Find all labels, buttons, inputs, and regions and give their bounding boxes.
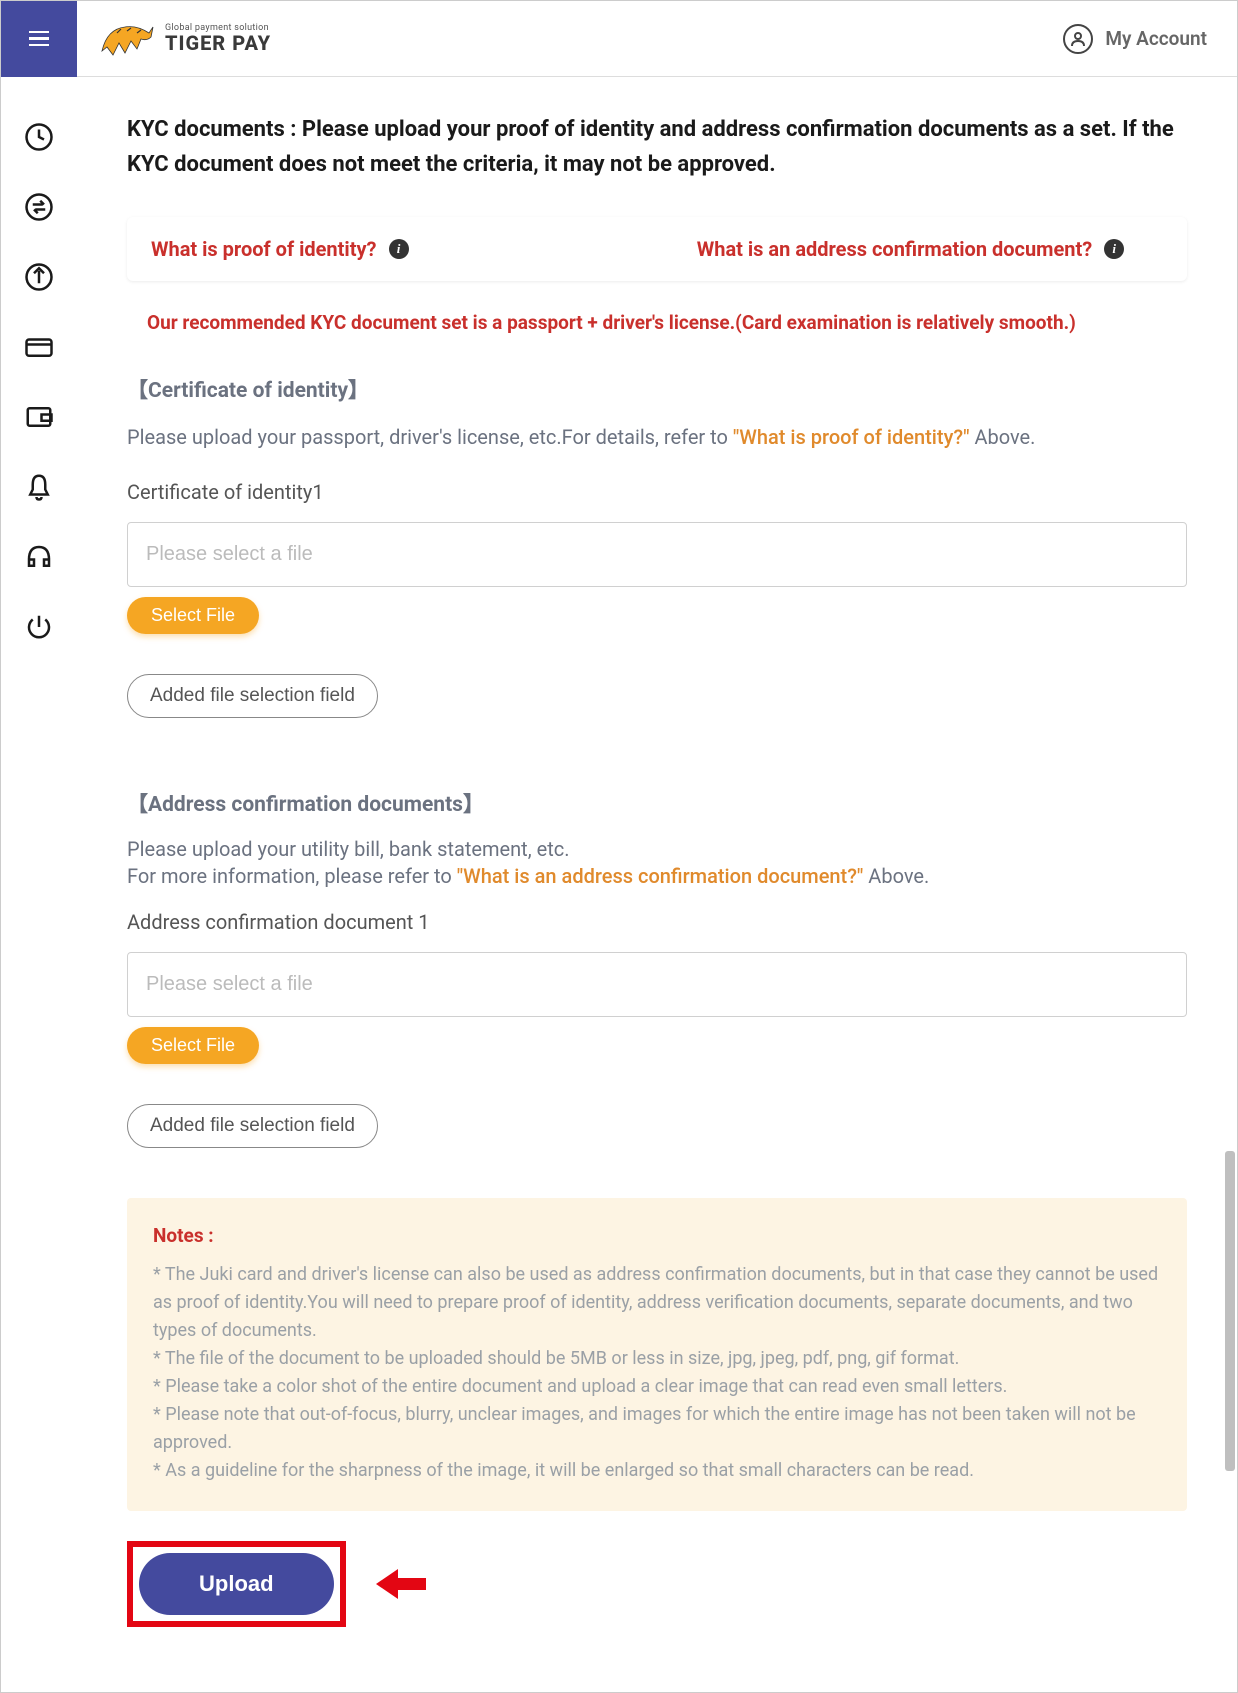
- note-item: * Please note that out-of-focus, blurry,…: [153, 1401, 1161, 1457]
- my-account-link[interactable]: My Account: [1063, 24, 1207, 54]
- tiger-icon: [97, 19, 157, 59]
- info-icon: i: [1104, 239, 1124, 259]
- upload-row: Upload: [127, 1541, 1187, 1627]
- headset-icon[interactable]: [24, 542, 54, 572]
- info-address-link[interactable]: What is an address confirmation document…: [697, 237, 1124, 261]
- address-add-field-button[interactable]: Added file selection field: [127, 1104, 378, 1148]
- identity-section-title: 【Certificate of identity】: [127, 374, 1187, 404]
- identity-desc-link[interactable]: "What is proof of identity?": [733, 425, 970, 449]
- user-icon: [1063, 24, 1093, 54]
- main-content: KYC documents : Please upload your proof…: [77, 77, 1237, 1692]
- info-address-text: What is an address confirmation document…: [697, 237, 1092, 261]
- address-field-label: Address confirmation document 1: [127, 910, 1187, 934]
- account-label: My Account: [1105, 27, 1207, 50]
- clock-icon[interactable]: [24, 122, 54, 152]
- address-section-desc: Please upload your utility bill, bank st…: [127, 836, 1187, 890]
- note-item: * As a guideline for the sharpness of th…: [153, 1457, 1161, 1485]
- info-icon: i: [389, 239, 409, 259]
- address-section-title: 【Address confirmation documents】: [127, 788, 1187, 818]
- address-select-file-button[interactable]: Select File: [127, 1027, 259, 1064]
- identity-field-label: Certificate of identity1: [127, 480, 1187, 504]
- upload-button[interactable]: Upload: [139, 1553, 334, 1615]
- kyc-heading: KYC documents : Please upload your proof…: [127, 112, 1187, 182]
- logo-brand: TIGER PAY: [165, 33, 271, 53]
- address-desc-link[interactable]: "What is an address confirmation documen…: [457, 864, 864, 888]
- identity-file-input[interactable]: [127, 522, 1187, 587]
- notes-body: * The Juki card and driver's license can…: [153, 1261, 1161, 1484]
- note-item: * The file of the document to be uploade…: [153, 1345, 1161, 1373]
- menu-toggle-button[interactable]: [1, 1, 77, 77]
- recommendation-text: Our recommended KYC document set is a pa…: [127, 311, 1187, 334]
- wallet-icon[interactable]: [24, 402, 54, 432]
- card-icon[interactable]: [24, 332, 54, 362]
- bell-icon[interactable]: [24, 472, 54, 502]
- notes-box: Notes : * The Juki card and driver's lic…: [127, 1198, 1187, 1510]
- notes-title: Notes :: [153, 1224, 1161, 1247]
- identity-section: 【Certificate of identity】 Please upload …: [127, 374, 1187, 718]
- sidebar: [1, 77, 77, 1692]
- identity-select-file-button[interactable]: Select File: [127, 597, 259, 634]
- header: Global payment solution TIGER PAY My Acc…: [1, 1, 1237, 77]
- note-item: * The Juki card and driver's license can…: [153, 1261, 1161, 1345]
- exchange-icon[interactable]: [24, 192, 54, 222]
- address-section: 【Address confirmation documents】 Please …: [127, 788, 1187, 1148]
- scrollbar-thumb[interactable]: [1225, 1151, 1235, 1471]
- identity-section-desc: Please upload your passport, driver's li…: [127, 422, 1187, 452]
- address-file-input[interactable]: [127, 952, 1187, 1017]
- arrow-left-icon: [376, 1569, 426, 1599]
- note-item: * Please take a color shot of the entire…: [153, 1373, 1161, 1401]
- logo[interactable]: Global payment solution TIGER PAY: [97, 19, 271, 59]
- hamburger-icon: [29, 31, 49, 47]
- identity-add-field-button[interactable]: Added file selection field: [127, 674, 378, 718]
- power-icon[interactable]: [24, 612, 54, 642]
- transfer-icon[interactable]: [24, 262, 54, 292]
- upload-highlight-box: Upload: [127, 1541, 346, 1627]
- info-card: What is proof of identity? i What is an …: [127, 217, 1187, 281]
- info-identity-text: What is proof of identity?: [151, 237, 377, 261]
- info-identity-link[interactable]: What is proof of identity? i: [151, 237, 637, 261]
